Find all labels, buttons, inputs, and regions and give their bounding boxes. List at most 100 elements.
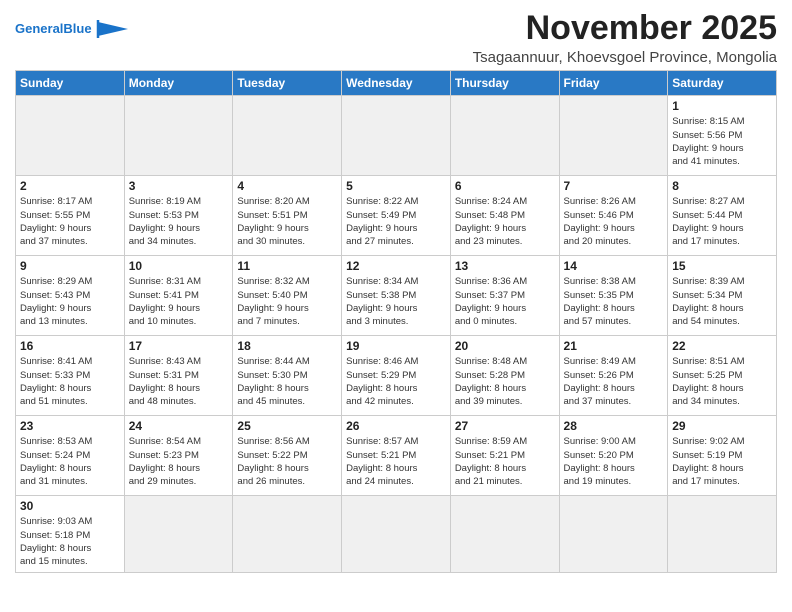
day-info: Sunrise: 8:43 AM Sunset: 5:31 PM Dayligh… [129, 355, 229, 408]
day-info: Sunrise: 8:59 AM Sunset: 5:21 PM Dayligh… [455, 435, 555, 488]
logo: GeneralBlue [15, 10, 130, 40]
day-number: 4 [237, 179, 337, 193]
calendar-header: SundayMondayTuesdayWednesdayThursdayFrid… [16, 71, 777, 96]
day-number: 10 [129, 259, 229, 273]
day-info: Sunrise: 8:54 AM Sunset: 5:23 PM Dayligh… [129, 435, 229, 488]
calendar-day-cell: 28 Sunrise: 9:00 AM Sunset: 5:20 PM Dayli… [559, 416, 668, 496]
day-info: Sunrise: 8:24 AM Sunset: 5:48 PM Dayligh… [455, 195, 555, 248]
day-number: 18 [237, 339, 337, 353]
day-info: Sunrise: 8:22 AM Sunset: 5:49 PM Dayligh… [346, 195, 446, 248]
day-info: Sunrise: 8:15 AM Sunset: 5:56 PM Dayligh… [672, 115, 772, 168]
calendar-day-cell: 8 Sunrise: 8:27 AM Sunset: 5:44 PM Daylig… [668, 176, 777, 256]
day-number: 1 [672, 99, 772, 113]
day-number: 12 [346, 259, 446, 273]
day-number: 3 [129, 179, 229, 193]
day-info: Sunrise: 8:32 AM Sunset: 5:40 PM Dayligh… [237, 275, 337, 328]
calendar-day-cell: 20Sunrise: 8:48 AM Sunset: 5:28 PM Dayli… [450, 336, 559, 416]
day-number: 25 [237, 419, 337, 433]
weekday-header: Monday [124, 71, 233, 96]
calendar-day-cell: 21Sunrise: 8:49 AM Sunset: 5:26 PM Dayli… [559, 336, 668, 416]
header: GeneralBlue November 2025 Tsagaannuur, K… [15, 10, 777, 66]
calendar-day-cell [342, 496, 451, 572]
day-number: 8 [672, 179, 772, 193]
calendar-week-row: 16Sunrise: 8:41 AM Sunset: 5:33 PM Dayli… [16, 336, 777, 416]
day-info: Sunrise: 8:57 AM Sunset: 5:21 PM Dayligh… [346, 435, 446, 488]
calendar-day-cell [124, 496, 233, 572]
calendar-day-cell [233, 96, 342, 176]
day-number: 7 [564, 179, 664, 193]
calendar-day-cell: 15Sunrise: 8:39 AM Sunset: 5:34 PM Dayli… [668, 256, 777, 336]
calendar-day-cell [450, 96, 559, 176]
calendar-day-cell: 1 Sunrise: 8:15 AM Sunset: 5:56 PM Daylig… [668, 96, 777, 176]
day-number: 21 [564, 339, 664, 353]
calendar-day-cell: 4 Sunrise: 8:20 AM Sunset: 5:51 PM Daylig… [233, 176, 342, 256]
calendar-day-cell: 6 Sunrise: 8:24 AM Sunset: 5:48 PM Daylig… [450, 176, 559, 256]
day-info: Sunrise: 8:31 AM Sunset: 5:41 PM Dayligh… [129, 275, 229, 328]
weekday-header: Thursday [450, 71, 559, 96]
calendar-week-row: 1 Sunrise: 8:15 AM Sunset: 5:56 PM Daylig… [16, 96, 777, 176]
weekday-header: Saturday [668, 71, 777, 96]
day-info: Sunrise: 9:02 AM Sunset: 5:19 PM Dayligh… [672, 435, 772, 488]
day-info: Sunrise: 8:53 AM Sunset: 5:24 PM Dayligh… [20, 435, 120, 488]
calendar-day-cell: 17 Sunrise: 8:43 AM Sunset: 5:31 PM Dayli… [124, 336, 233, 416]
calendar-body: 1 Sunrise: 8:15 AM Sunset: 5:56 PM Daylig… [16, 96, 777, 572]
day-info: Sunrise: 8:56 AM Sunset: 5:22 PM Dayligh… [237, 435, 337, 488]
calendar-day-cell: 9Sunrise: 8:29 AM Sunset: 5:43 PM Daylig… [16, 256, 125, 336]
calendar-day-cell [559, 96, 668, 176]
day-number: 22 [672, 339, 772, 353]
day-info: Sunrise: 9:03 AM Sunset: 5:18 PM Dayligh… [20, 515, 120, 568]
day-number: 26 [346, 419, 446, 433]
calendar-day-cell: 5 Sunrise: 8:22 AM Sunset: 5:49 PM Daylig… [342, 176, 451, 256]
calendar-day-cell: 18 Sunrise: 8:44 AM Sunset: 5:30 PM Dayli… [233, 336, 342, 416]
day-info: Sunrise: 8:44 AM Sunset: 5:30 PM Dayligh… [237, 355, 337, 408]
day-number: 29 [672, 419, 772, 433]
calendar-day-cell [450, 496, 559, 572]
day-info: Sunrise: 8:46 AM Sunset: 5:29 PM Dayligh… [346, 355, 446, 408]
day-number: 17 [129, 339, 229, 353]
title-block: November 2025 Tsagaannuur, Khoevsgoel Pr… [473, 10, 777, 66]
calendar-table: SundayMondayTuesdayWednesdayThursdayFrid… [15, 70, 777, 572]
day-info: Sunrise: 8:27 AM Sunset: 5:44 PM Dayligh… [672, 195, 772, 248]
day-info: Sunrise: 8:19 AM Sunset: 5:53 PM Dayligh… [129, 195, 229, 248]
weekday-header: Friday [559, 71, 668, 96]
calendar-day-cell: 7Sunrise: 8:26 AM Sunset: 5:46 PM Daylig… [559, 176, 668, 256]
calendar-day-cell: 14Sunrise: 8:38 AM Sunset: 5:35 PM Dayli… [559, 256, 668, 336]
day-number: 16 [20, 339, 120, 353]
calendar-day-cell: 13Sunrise: 8:36 AM Sunset: 5:37 PM Dayli… [450, 256, 559, 336]
day-number: 11 [237, 259, 337, 273]
calendar-day-cell [16, 96, 125, 176]
calendar-day-cell: 29 Sunrise: 9:02 AM Sunset: 5:19 PM Dayli… [668, 416, 777, 496]
month-title: November 2025 [473, 10, 777, 47]
calendar-week-row: 2Sunrise: 8:17 AM Sunset: 5:55 PM Daylig… [16, 176, 777, 256]
day-info: Sunrise: 8:20 AM Sunset: 5:51 PM Dayligh… [237, 195, 337, 248]
calendar-day-cell [233, 496, 342, 572]
day-info: Sunrise: 9:00 AM Sunset: 5:20 PM Dayligh… [564, 435, 664, 488]
day-number: 28 [564, 419, 664, 433]
day-number: 30 [20, 499, 120, 513]
subtitle: Tsagaannuur, Khoevsgoel Province, Mongol… [473, 49, 777, 66]
day-info: Sunrise: 8:51 AM Sunset: 5:25 PM Dayligh… [672, 355, 772, 408]
day-info: Sunrise: 8:34 AM Sunset: 5:38 PM Dayligh… [346, 275, 446, 328]
day-number: 23 [20, 419, 120, 433]
day-info: Sunrise: 8:29 AM Sunset: 5:43 PM Dayligh… [20, 275, 120, 328]
logo-flag-icon [94, 18, 130, 40]
day-info: Sunrise: 8:39 AM Sunset: 5:34 PM Dayligh… [672, 275, 772, 328]
day-number: 6 [455, 179, 555, 193]
calendar-day-cell [668, 496, 777, 572]
calendar-day-cell: 26 Sunrise: 8:57 AM Sunset: 5:21 PM Dayli… [342, 416, 451, 496]
day-number: 5 [346, 179, 446, 193]
day-number: 2 [20, 179, 120, 193]
calendar-day-cell: 22 Sunrise: 8:51 AM Sunset: 5:25 PM Dayli… [668, 336, 777, 416]
calendar-day-cell: 27 Sunrise: 8:59 AM Sunset: 5:21 PM Dayli… [450, 416, 559, 496]
calendar-day-cell: 11 Sunrise: 8:32 AM Sunset: 5:40 PM Dayli… [233, 256, 342, 336]
calendar-day-cell: 3 Sunrise: 8:19 AM Sunset: 5:53 PM Daylig… [124, 176, 233, 256]
day-info: Sunrise: 8:36 AM Sunset: 5:37 PM Dayligh… [455, 275, 555, 328]
calendar-day-cell [559, 496, 668, 572]
calendar-day-cell: 25 Sunrise: 8:56 AM Sunset: 5:22 PM Dayli… [233, 416, 342, 496]
day-number: 24 [129, 419, 229, 433]
calendar-day-cell: 23 Sunrise: 8:53 AM Sunset: 5:24 PM Dayli… [16, 416, 125, 496]
calendar-day-cell: 19Sunrise: 8:46 AM Sunset: 5:29 PM Dayli… [342, 336, 451, 416]
day-number: 20 [455, 339, 555, 353]
calendar-week-row: 30 Sunrise: 9:03 AM Sunset: 5:18 PM Dayli… [16, 496, 777, 572]
day-number: 27 [455, 419, 555, 433]
